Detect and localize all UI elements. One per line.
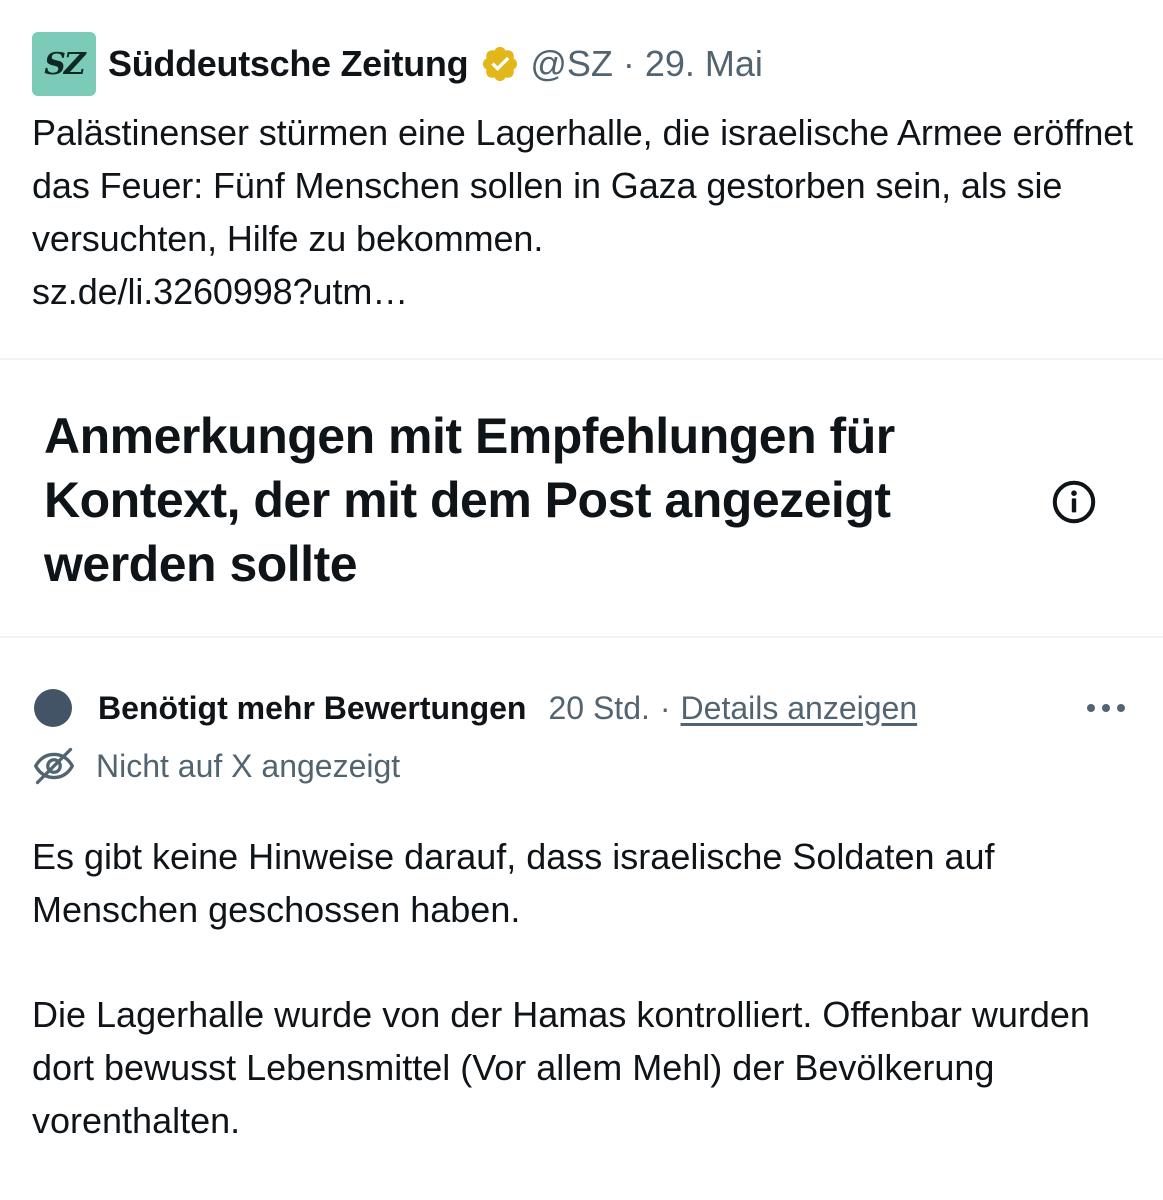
- note-status-row: Benötigt mehr Bewertungen 20 Std. · Deta…: [32, 684, 1132, 732]
- note-time: 20 Std.: [548, 689, 650, 726]
- note-status: Benötigt mehr Bewertungen: [98, 689, 527, 726]
- eye-off-icon: [32, 744, 76, 788]
- post-text: Palästinenser stürmen eine Lagerhalle, d…: [32, 106, 1142, 318]
- post[interactable]: SZ Süddeutsche Zeitung @SZ · 29. Mai Pal…: [0, 0, 1163, 358]
- community-notes-page: SZ Süddeutsche Zeitung @SZ · 29. Mai Pal…: [0, 0, 1163, 1200]
- notes-heading: Anmerkungen mit Empfehlungen für Kontext…: [44, 408, 895, 592]
- divider: [0, 636, 1163, 638]
- note-body: Es gibt keine Hinweise darauf, dass isra…: [32, 830, 1142, 1199]
- separator: ·: [659, 689, 671, 726]
- author-name[interactable]: Süddeutsche Zeitung: [108, 43, 469, 85]
- separator: ·: [622, 43, 635, 84]
- visibility-label: Nicht auf X angezeigt: [96, 747, 401, 784]
- avatar[interactable]: SZ: [32, 32, 96, 96]
- post-date[interactable]: 29. Mai: [645, 43, 763, 85]
- note-paragraph: Die Lagerhalle wurde von der Hamas kontr…: [32, 994, 1090, 1141]
- details-link[interactable]: Details anzeigen: [681, 690, 918, 727]
- post-link[interactable]: sz.de/li.3260998?utm…: [32, 265, 1142, 318]
- post-body: Palästinenser stürmen eine Lagerhalle, d…: [32, 112, 1134, 259]
- visibility-row: Nicht auf X angezeigt: [32, 742, 400, 790]
- verified-badge-icon: [480, 44, 520, 84]
- author-handle[interactable]: @SZ: [530, 43, 613, 85]
- info-icon[interactable]: [1050, 478, 1098, 526]
- more-options-icon[interactable]: [1084, 693, 1128, 723]
- note-paragraph: Es gibt keine Hinweise darauf, dass isra…: [32, 836, 995, 930]
- divider: [0, 358, 1163, 360]
- post-author-row: SZ Süddeutsche Zeitung @SZ · 29. Mai: [32, 32, 763, 96]
- status-dot-icon: [34, 689, 72, 727]
